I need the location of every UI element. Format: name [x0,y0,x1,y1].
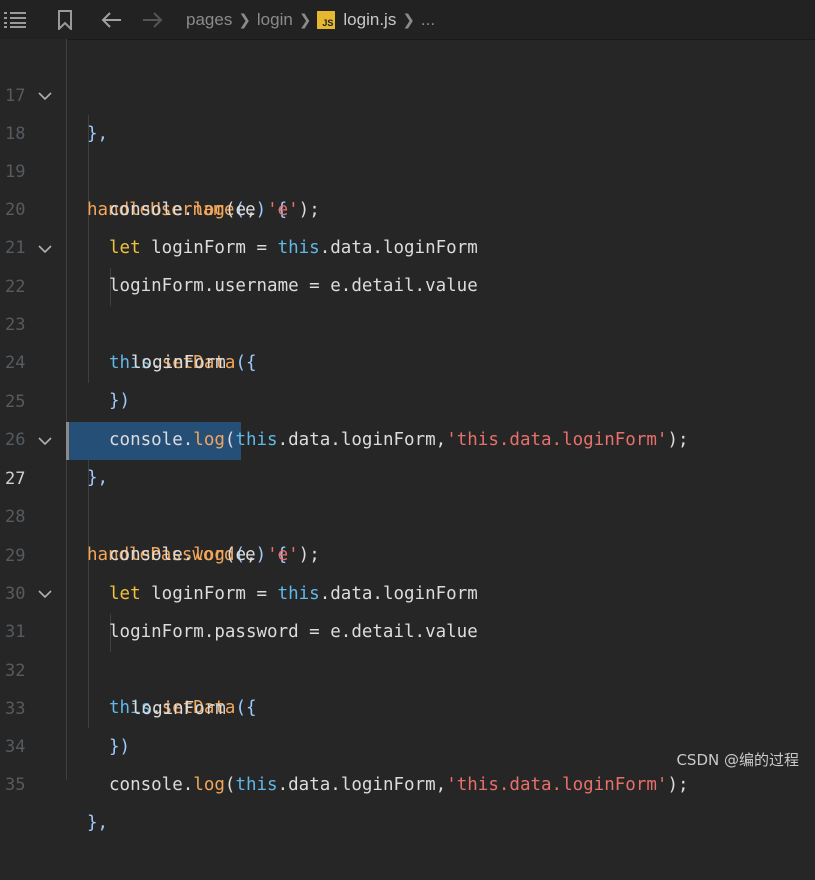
breadcrumb-more[interactable]: ... [421,10,435,30]
chevron-right-icon: ❯ [238,11,251,29]
line-number: 35 [5,775,26,795]
js-file-icon: JS [317,10,336,29]
code-line[interactable]: 24 }) [0,306,815,411]
watermark: CSDN @编的过程 [676,751,799,769]
code-line[interactable]: 21 loginForm.username = e.detail.value [0,191,815,296]
back-arrow-icon[interactable] [100,9,122,31]
code-text: }, [87,813,109,833]
code-line[interactable]: 20 let loginForm = this.data.loginForm [0,153,815,258]
code-line[interactable]: 23 loginForm [0,268,815,373]
code-line[interactable]: 29 let loginForm = this.data.loginForm [0,499,815,604]
fold-chevron-icon[interactable] [37,575,53,613]
code-editor[interactable]: 17 }, 18 handleUsername(e) { 19 console.… [0,39,815,833]
chevron-right-icon: ❯ [402,11,415,29]
code-line[interactable]: 34 console.log(this.data.loginForm,'this… [0,690,815,795]
list-icon[interactable] [4,9,26,31]
bookmark-icon[interactable] [54,9,76,31]
code-line[interactable]: 30 loginForm.password = e.detail.value [0,537,815,642]
editor-toolbar: pages ❯ login ❯ JS login.js ❯ ... [0,0,815,40]
code-line[interactable]: 31 this.setData({ [0,575,815,718]
code-line[interactable]: 26 }, [0,383,815,488]
breadcrumb-pages[interactable]: pages [186,10,232,30]
fold-chevron-icon[interactable] [37,230,53,268]
chevron-right-icon: ❯ [298,11,312,29]
code-line[interactable]: 25 console.log(this.data.loginForm,'this… [0,345,815,450]
code-line[interactable]: 32 loginForm [0,614,815,719]
breadcrumb: pages ❯ login ❯ JS login.js ❯ ... [186,10,435,30]
code-line[interactable]: 18 handleUsername(e) { [0,77,815,220]
code-line[interactable]: 19 console.log(e, 'e'); [0,115,815,220]
breadcrumb-login[interactable]: login [257,10,293,30]
code-line-active[interactable]: 27 handlePassword(e) { [0,422,815,565]
code-line[interactable]: 33 }) [0,652,815,757]
code-line[interactable]: 28 console.log(e, 'e'); [0,460,815,565]
code-text: console.log(this.data.loginForm,'this.da… [109,775,689,795]
code-line[interactable]: 22 this.setData({ [0,230,815,373]
code-line[interactable]: 17 }, [0,39,815,144]
forward-arrow-icon[interactable] [142,9,164,31]
fold-chevron-icon[interactable] [37,77,53,115]
fold-chevron-icon[interactable] [37,422,53,460]
breadcrumb-file[interactable]: login.js [343,10,396,30]
